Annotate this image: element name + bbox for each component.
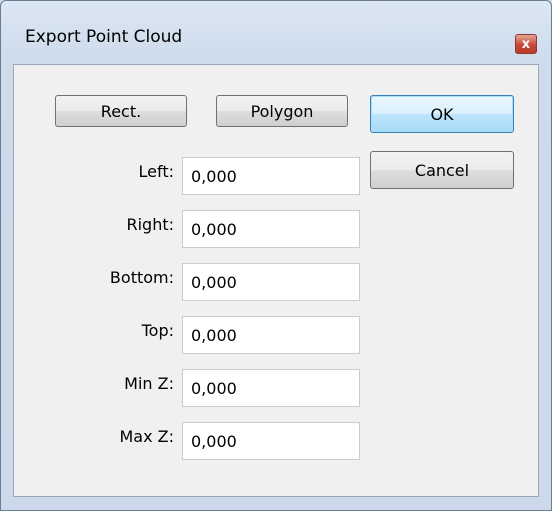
- left-label: Left:: [138, 162, 175, 181]
- bottom-label: Bottom:: [109, 268, 174, 287]
- left-input[interactable]: 0,000: [182, 157, 360, 195]
- max-z-label: Max Z:: [119, 427, 174, 446]
- max-z-input[interactable]: 0,000: [182, 422, 360, 460]
- dialog-window: Export Point Cloud x Rect. Polygon OK Ca…: [0, 0, 552, 511]
- ok-button[interactable]: OK: [370, 95, 514, 133]
- bottom-input[interactable]: 0,000: [182, 263, 360, 301]
- rect-button[interactable]: Rect.: [55, 95, 187, 127]
- min-z-input[interactable]: 0,000: [182, 369, 360, 407]
- top-input[interactable]: 0,000: [182, 316, 360, 354]
- close-button[interactable]: x: [515, 34, 537, 54]
- right-label: Right:: [126, 215, 174, 234]
- top-label: Top:: [141, 321, 174, 340]
- cancel-button[interactable]: Cancel: [370, 151, 514, 189]
- window-title: Export Point Cloud: [25, 27, 183, 47]
- title-bar[interactable]: Export Point Cloud x: [1, 1, 551, 63]
- close-icon: x: [521, 36, 531, 52]
- min-z-label: Min Z:: [124, 374, 174, 393]
- right-input[interactable]: 0,000: [182, 210, 360, 248]
- polygon-button[interactable]: Polygon: [216, 95, 348, 127]
- dialog-content: Rect. Polygon OK Cancel Left: 0,000 Righ…: [13, 64, 539, 497]
